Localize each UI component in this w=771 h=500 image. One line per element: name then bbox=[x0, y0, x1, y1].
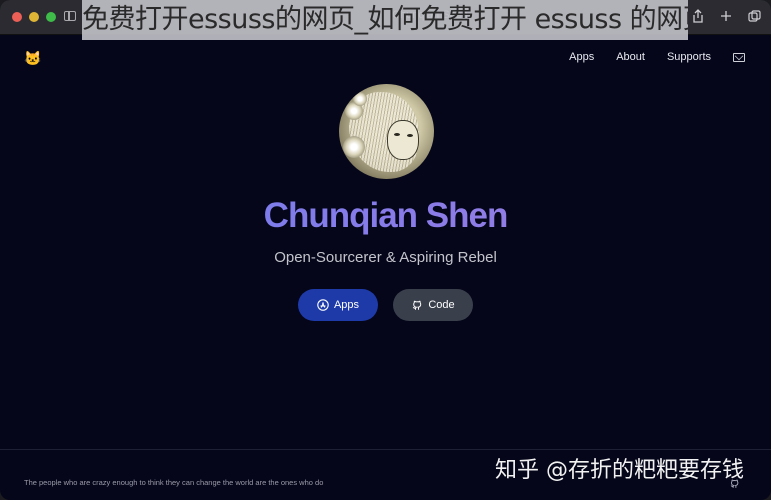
footer-github-icon[interactable] bbox=[729, 478, 740, 489]
avatar-face bbox=[387, 120, 419, 160]
nav-link-apps[interactable]: Apps bbox=[569, 51, 594, 63]
avatar-eye bbox=[407, 134, 413, 137]
footer-quote: The people who are crazy enough to think… bbox=[24, 478, 324, 487]
hero-tagline: Open-Sourcerer & Aspiring Rebel bbox=[274, 249, 497, 266]
apps-button-label: Apps bbox=[333, 299, 360, 311]
close-window-button[interactable] bbox=[12, 12, 22, 22]
site-nav: 🐱 Apps About Supports bbox=[0, 40, 771, 76]
avatar-flower bbox=[353, 92, 367, 106]
github-icon bbox=[413, 300, 422, 310]
cat-logo-icon[interactable]: 🐱 bbox=[24, 50, 41, 67]
minimize-window-button[interactable] bbox=[29, 12, 39, 22]
avatar-eye bbox=[394, 133, 400, 136]
maximize-window-button[interactable] bbox=[46, 12, 56, 22]
nav-links: Apps About Supports bbox=[547, 51, 745, 63]
code-button[interactable]: Code bbox=[393, 289, 473, 321]
toolbar-icons bbox=[691, 8, 761, 24]
nav-link-about[interactable]: About bbox=[616, 51, 645, 63]
code-button-label: Code bbox=[428, 299, 455, 311]
avatar bbox=[339, 84, 434, 179]
footer-divider bbox=[0, 449, 771, 450]
overlay-title-banner: 免费打开essuss的网页_如何免费打开 essuss 的网页？ bbox=[82, 0, 688, 40]
mail-icon[interactable] bbox=[733, 52, 745, 62]
new-tab-icon[interactable] bbox=[719, 8, 733, 24]
hero-name: Chunqian Shen bbox=[0, 196, 771, 236]
share-icon[interactable] bbox=[691, 8, 705, 24]
nav-link-supports[interactable]: Supports bbox=[667, 51, 711, 63]
tabs-overview-icon[interactable] bbox=[747, 8, 761, 24]
sidebar-toggle-icon[interactable] bbox=[64, 11, 76, 21]
app-store-icon bbox=[317, 299, 329, 311]
apps-button[interactable]: Apps bbox=[298, 289, 378, 321]
window-controls bbox=[12, 12, 56, 22]
zhihu-watermark: 知乎 @存折的粑粑要存钱 bbox=[495, 458, 744, 483]
avatar-flower bbox=[343, 136, 365, 158]
browser-window: Chunqian Shen 免费打开essuss的网页_如何免费打开 essus… bbox=[0, 0, 771, 500]
